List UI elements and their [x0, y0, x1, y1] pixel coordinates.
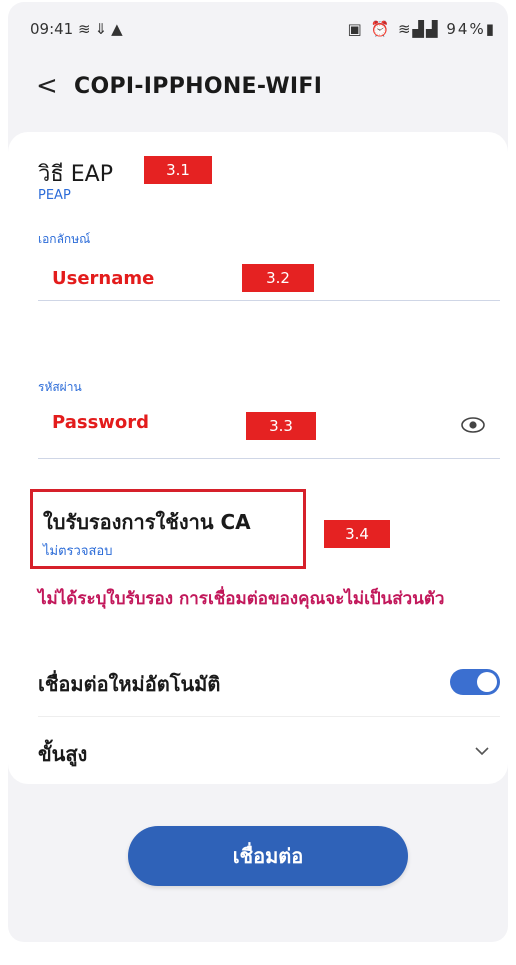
signal-icon-2: ▟ [426, 20, 440, 38]
alarm-icon: ⏰ [370, 20, 392, 38]
system-icons: ▣ ⏰ ≋▟▟ 94%▮ [348, 20, 497, 38]
phone-screen: 09:41 ≋⇓▲ ▣ ⏰ ≋▟▟ 94%▮ < COPI-IPPHONE-WI… [8, 2, 508, 942]
row-divider [38, 716, 500, 717]
auto-reconnect-label: เชื่อมต่อใหม่อัตโนมัติ [38, 672, 221, 696]
chevron-down-icon [475, 747, 489, 756]
top-app-bar: < COPI-IPPHONE-WIFI [8, 66, 508, 114]
status-time: 09:41 [30, 20, 74, 38]
eap-method-value: PEAP [38, 188, 71, 203]
wifi-icon: ≋ [397, 20, 413, 38]
download-icon: ⇓ [94, 20, 112, 38]
identity-input[interactable] [52, 268, 212, 289]
password-input[interactable] [52, 412, 212, 433]
password-label: รหัสผ่าน [38, 380, 82, 394]
identity-label: เอกลักษณ์ [38, 232, 91, 246]
annotation-tag-3-1: 3.1 [144, 156, 212, 184]
connect-button[interactable]: เชื่อมต่อ [128, 826, 408, 886]
back-icon[interactable]: < [36, 72, 58, 100]
eap-method-label: วิธี EAP [38, 162, 113, 187]
battery-icon: ▮ [485, 20, 496, 38]
identity-underline [38, 300, 500, 301]
status-bar: 09:41 ≋⇓▲ ▣ ⏰ ≋▟▟ 94%▮ [8, 10, 508, 46]
annotation-tag-3-2: 3.2 [242, 264, 314, 292]
eye-icon[interactable] [460, 414, 486, 436]
annotation-tag-3-3: 3.3 [246, 412, 316, 440]
auto-reconnect-toggle[interactable] [450, 669, 500, 695]
ca-certificate-label: ใบรับรองการใช้งาน CA [43, 510, 251, 534]
certificate-warning: ไม่ได้ระบุใบรับรอง การเชื่อมต่อของคุณจะไ… [38, 589, 445, 609]
settings-card: วิธี EAP PEAP 3.1 เอกลักษณ์ 3.2 รหัสผ่าน… [8, 132, 508, 784]
notification-icons: ≋⇓▲ [78, 20, 127, 38]
battery-level: 94% [446, 20, 486, 38]
toggle-knob [477, 672, 497, 692]
lock-icon: ▣ [347, 20, 364, 38]
wifi-signal-icon: ≋ [78, 20, 95, 38]
page-title: COPI-IPPHONE-WIFI [74, 74, 323, 99]
ca-certificate-value: ไม่ตรวจสอบ [43, 544, 113, 559]
annotation-tag-3-4: 3.4 [324, 520, 390, 548]
signal-icon: ▟ [412, 20, 427, 38]
password-underline [38, 458, 500, 459]
ca-certificate-row[interactable]: ใบรับรองการใช้งาน CA ไม่ตรวจสอบ [30, 489, 306, 569]
warning-icon: ▲ [111, 20, 127, 38]
advanced-label: ขั้นสูง [38, 742, 88, 766]
